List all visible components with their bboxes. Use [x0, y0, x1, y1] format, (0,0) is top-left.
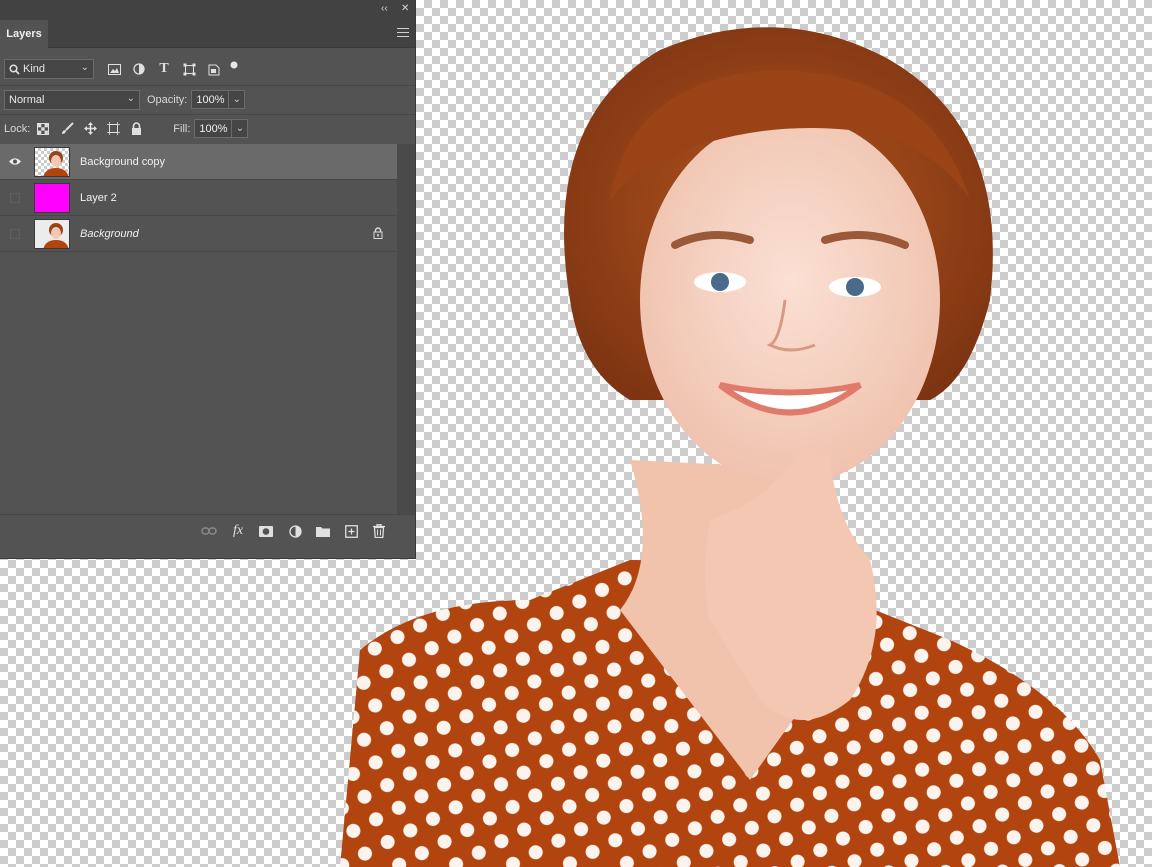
fill-input[interactable]: 100% — [194, 119, 233, 138]
visibility-toggle[interactable] — [0, 157, 30, 166]
fx-icon[interactable]: fx — [230, 523, 246, 539]
visibility-toggle[interactable] — [0, 192, 30, 203]
lock-icon — [373, 227, 383, 242]
opacity-input[interactable]: 100% — [191, 90, 230, 109]
panel-title-bar: ‹‹ ✕ — [0, 0, 415, 20]
blend-mode-value: Normal — [9, 93, 45, 106]
lock-label: Lock: — [4, 122, 31, 135]
lock-transparent-pixels-icon[interactable] — [35, 121, 51, 137]
opacity-dropdown-icon[interactable]: ⌄ — [229, 90, 246, 109]
layer-filter-row: Kind ⌄ T — [0, 55, 415, 83]
layer-mask-icon[interactable] — [258, 523, 274, 539]
canvas-photo-subject — [340, 27, 1120, 867]
lock-all-icon[interactable] — [128, 121, 144, 137]
layer-thumbnail — [34, 182, 70, 213]
layers-panel: ‹‹ ✕ Layers Kind ⌄ T Normal ⌄ Opacity: 1… — [0, 0, 416, 559]
fill-label: Fill: — [173, 122, 191, 135]
visibility-toggle[interactable] — [0, 228, 30, 239]
shape-filter-icon[interactable] — [181, 61, 197, 77]
eye-icon — [9, 158, 21, 165]
adjustment-layer-icon[interactable] — [287, 523, 303, 539]
lock-artboard-icon[interactable] — [105, 121, 121, 137]
link-layers-icon[interactable] — [201, 523, 217, 539]
smart-object-filter-icon[interactable] — [206, 61, 222, 77]
filter-kind-label: Kind — [23, 63, 46, 75]
image-filter-icon[interactable] — [106, 61, 122, 77]
chevron-down-icon: ⌄ — [126, 92, 135, 104]
opacity-label: Opacity: — [147, 93, 188, 106]
fill-dropdown-icon[interactable]: ⌄ — [232, 119, 249, 138]
layer-name[interactable]: Background — [80, 228, 139, 240]
layer-row-background[interactable]: Background — [0, 216, 397, 252]
delete-layer-icon[interactable] — [371, 523, 387, 539]
layers-scrollbar[interactable] — [397, 144, 415, 514]
lock-options-row: Lock: Fill: 100% ⌄ — [0, 114, 415, 142]
layer-thumbnail — [34, 218, 70, 249]
blend-mode-dropdown[interactable]: Normal ⌄ — [4, 89, 140, 110]
lock-image-pixels-icon[interactable] — [59, 121, 75, 137]
layers-list: Background copy Layer 2 Background — [0, 144, 397, 252]
new-group-icon[interactable] — [315, 523, 331, 539]
panel-tab-bar: Layers — [0, 20, 415, 48]
layers-panel-footer: fx — [0, 514, 415, 546]
close-panel-icon[interactable]: ✕ — [401, 3, 409, 14]
lock-position-icon[interactable] — [82, 121, 98, 137]
collapse-panel-icon[interactable]: ‹‹ — [381, 3, 388, 14]
layer-name[interactable]: Background copy — [80, 156, 165, 168]
blend-options-row: Normal ⌄ Opacity: 100% ⌄ — [0, 85, 415, 113]
filter-toggle-icon[interactable] — [226, 57, 242, 73]
layer-thumbnail — [34, 146, 70, 177]
tab-layers[interactable]: Layers — [0, 20, 48, 48]
filter-kind-dropdown[interactable]: Kind ⌄ — [4, 59, 94, 79]
adjustment-filter-icon[interactable] — [131, 61, 147, 77]
search-icon — [9, 63, 20, 75]
layer-name[interactable]: Layer 2 — [80, 192, 117, 204]
layer-row-background-copy[interactable]: Background copy — [0, 144, 397, 180]
new-layer-icon[interactable] — [343, 523, 359, 539]
panel-menu-icon[interactable] — [397, 28, 409, 40]
chevron-down-icon: ⌄ — [80, 62, 89, 73]
type-filter-icon[interactable]: T — [156, 61, 172, 77]
layer-row-layer-2[interactable]: Layer 2 — [0, 180, 397, 216]
